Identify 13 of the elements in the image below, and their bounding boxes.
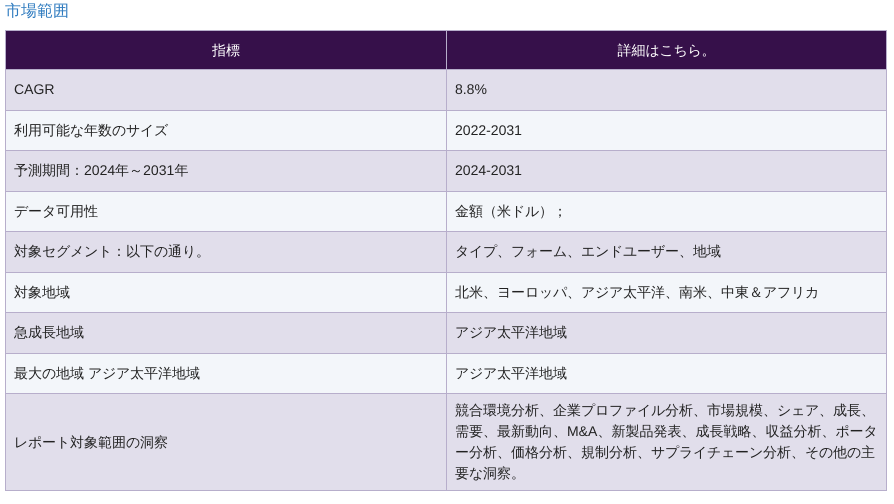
table-cell: 対象セグメント：以下の通り。 — [6, 232, 446, 272]
table-cell: 2024-2031 — [446, 150, 886, 191]
table-cell: 競合環境分析、企業プロファイル分析、市場規模、シェア、成長、需要、最新動向、M&A、新製品発表、成長戦略、収益分析、ポーター分析、価格分析、規制分析、サプライチェーン分析、その他の主要な洞察。 — [446, 394, 886, 490]
column-header: 詳細はこちら。 — [446, 30, 886, 70]
table-cell: 予測期間：2024年～2031年 — [6, 150, 446, 191]
table-cell: 8.8% — [446, 70, 886, 110]
section-title: 市場範囲 — [5, 2, 70, 22]
table-cell: 急成長地域 — [6, 312, 446, 353]
table-cell: タイプ、フォーム、エンドユーザー、地域 — [446, 232, 886, 272]
table-cell: アジア太平洋地域 — [446, 312, 886, 353]
table-cell: レポート対象範囲の洞察 — [6, 394, 446, 490]
column-header: 指標 — [6, 30, 446, 70]
table-cell: CAGR — [6, 70, 446, 110]
